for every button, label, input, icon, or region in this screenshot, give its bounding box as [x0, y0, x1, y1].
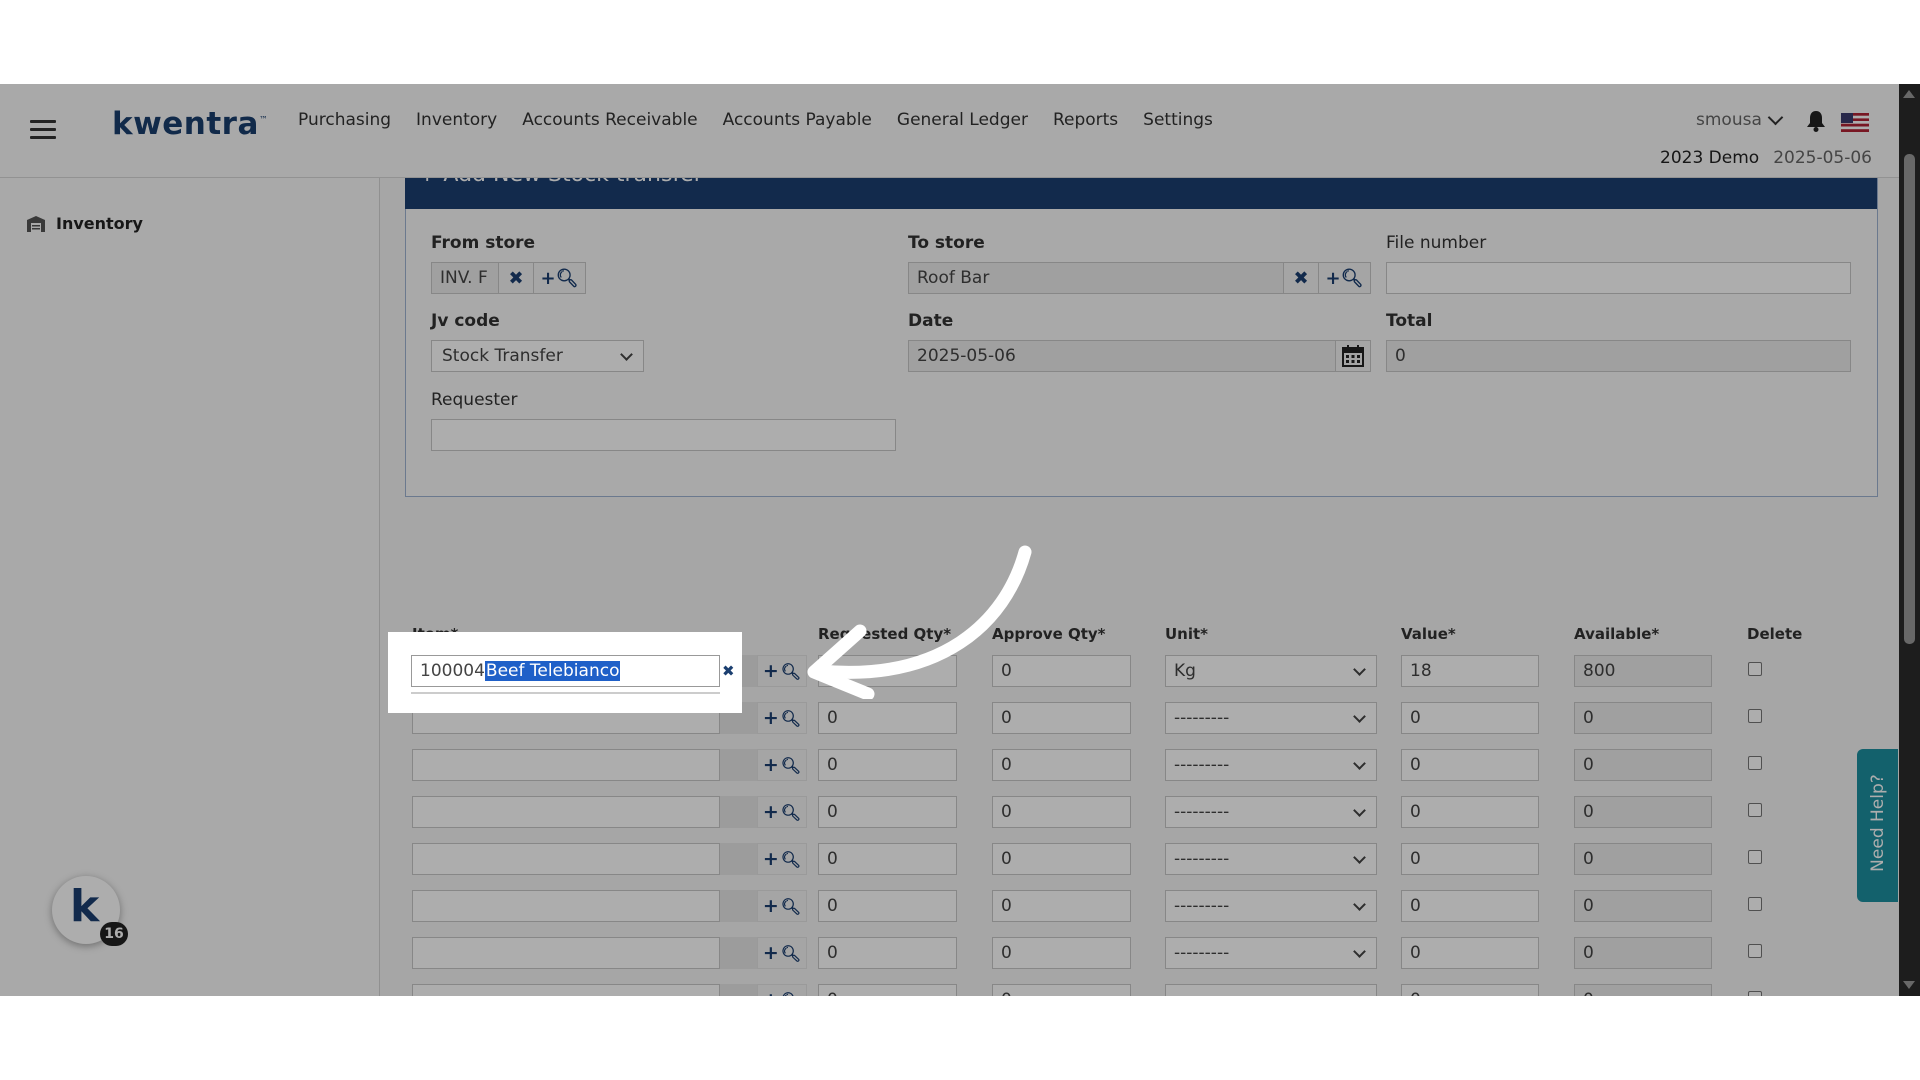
item-input-row-1[interactable]: 100004Beef Telebianco — [411, 655, 720, 687]
row-divider — [411, 692, 720, 694]
app-window: kwentra™ Purchasing Inventory Accounts R… — [0, 84, 1920, 996]
item-name-selected: Beef Telebianco — [484, 661, 621, 681]
item-code: 100004 — [420, 661, 485, 681]
clear-icon-partial: ✖ — [722, 662, 735, 680]
highlighted-item-cell: 100004Beef Telebianco ✖ — [388, 632, 742, 713]
curved-arrow-annotation — [807, 545, 1032, 699]
